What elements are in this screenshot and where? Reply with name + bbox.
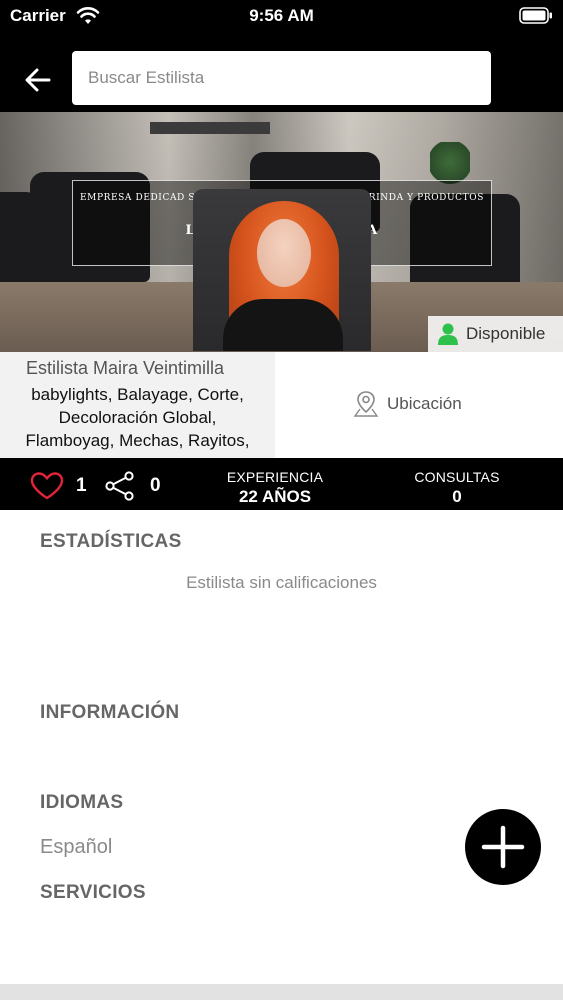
status-bar: Carrier 9:56 AM bbox=[0, 0, 563, 32]
location-button[interactable]: Ubicación bbox=[353, 390, 462, 418]
skills-line: babylights, Balayage, Corte, bbox=[31, 385, 244, 404]
clock: 9:56 AM bbox=[249, 6, 314, 25]
consultations-title: CONSULTAS bbox=[414, 469, 500, 485]
no-ratings-text: Estilista sin calificaciones bbox=[186, 573, 377, 592]
language-item: Español bbox=[40, 836, 113, 858]
app-header: Carrier 9:56 AM bbox=[0, 0, 563, 112]
share-icon bbox=[105, 471, 134, 501]
banner-shelf bbox=[150, 122, 270, 134]
experience-title: EXPERIENCIA bbox=[226, 469, 324, 485]
experience-value: 22 AÑOS bbox=[238, 487, 312, 506]
plus-icon bbox=[481, 825, 525, 869]
arrow-left-icon bbox=[25, 68, 51, 92]
stylist-summary: Estilista Maira Veintimilla babylights, … bbox=[0, 352, 275, 458]
back-button[interactable] bbox=[18, 60, 58, 100]
map-pin-icon bbox=[353, 391, 379, 417]
experience-block: EXPERIENCIA 22 AÑOS bbox=[205, 458, 345, 507]
search-input[interactable] bbox=[72, 51, 491, 105]
consultations-block: CONSULTAS 0 bbox=[392, 458, 522, 507]
stylist-name: Estilista Maira Veintimilla bbox=[26, 358, 225, 378]
info-section-title: INFORMACIÓN bbox=[40, 702, 180, 723]
stylist-photo bbox=[193, 189, 371, 351]
heart-icon bbox=[30, 472, 64, 500]
likes-button[interactable]: 1 bbox=[30, 472, 87, 500]
consultations-value: 0 bbox=[452, 487, 462, 506]
bottom-strip bbox=[0, 984, 563, 1000]
languages-section-title: IDIOMAS bbox=[40, 792, 124, 813]
availability-label: Disponible bbox=[466, 324, 546, 343]
skills-list: babylights, Balayage, Corte, Decoloració… bbox=[0, 383, 275, 452]
skills-line: Decoloración Global, bbox=[58, 408, 217, 427]
likes-count: 1 bbox=[76, 475, 87, 496]
shares-count: 0 bbox=[150, 475, 161, 496]
stats-section-title: ESTADÍSTICAS bbox=[40, 531, 182, 552]
skills-line: Flamboyag, Mechas, Rayitos, bbox=[25, 431, 250, 450]
photo-body bbox=[223, 299, 343, 351]
photo-face bbox=[257, 219, 311, 287]
availability-badge[interactable]: Disponible bbox=[428, 316, 563, 352]
services-section-title: SERVICIOS bbox=[40, 882, 146, 903]
location-label: Ubicación bbox=[387, 394, 462, 413]
person-icon bbox=[438, 323, 458, 345]
stats-bar: 1 0 EXPERIENCIA 22 AÑOS CONSULTAS 0 bbox=[0, 458, 563, 510]
add-button[interactable] bbox=[465, 809, 541, 885]
share-button[interactable]: 0 bbox=[104, 471, 161, 501]
banner-chair bbox=[0, 192, 40, 292]
battery-icon bbox=[519, 7, 552, 24]
